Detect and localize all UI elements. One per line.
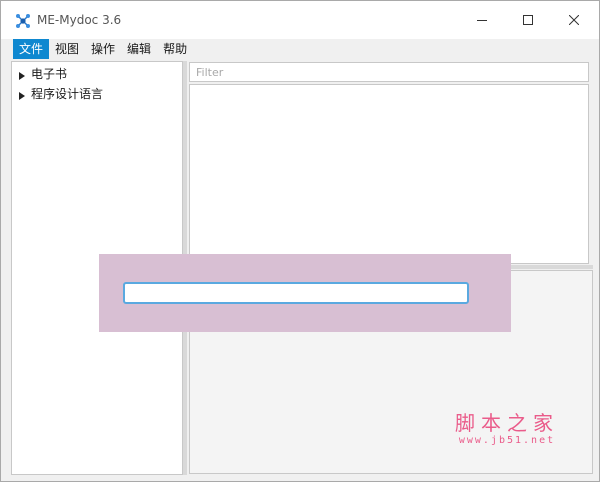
maximize-button[interactable] [505,6,551,34]
window-title: ME-Mydoc 3.6 [37,13,122,27]
close-button[interactable] [551,6,597,34]
site-watermark: 脚本之家 www.jb51.net [449,411,565,447]
filter-input[interactable] [189,62,589,82]
title-bar[interactable]: ME-Mydoc 3.6 [1,1,599,39]
watermark-url: www.jb51.net [458,435,556,446]
molecule-app-icon [15,13,31,29]
menu-bar: 文件 视图 操作 编辑 帮助 [13,39,599,59]
menu-help[interactable]: 帮助 [157,39,193,59]
menu-file[interactable]: 文件 [13,39,50,59]
menu-operate[interactable]: 操作 [85,39,121,59]
menu-edit[interactable]: 编辑 [121,39,157,59]
app-window: ME-Mydoc 3.6 文件 视图 操作 编辑 帮助 电子书 程序设计语言 F… [0,0,600,482]
dialog-text-input[interactable] [123,282,469,304]
menu-view[interactable]: 视图 [49,39,85,59]
expand-arrow-icon[interactable] [19,89,25,100]
document-list[interactable] [189,84,589,264]
minimize-button[interactable] [459,6,505,34]
input-dialog [99,254,511,332]
tree-item-ebooks[interactable]: 电子书 [12,63,67,83]
close-icon [569,15,579,25]
minimize-icon [477,15,487,25]
tree-item-programming-languages[interactable]: 程序设计语言 [12,83,103,103]
tree-item-label: 电子书 [31,66,68,81]
watermark-title: 脚本之家 [455,411,559,435]
expand-arrow-icon[interactable] [19,69,25,80]
tree-item-label: 程序设计语言 [31,86,104,101]
maximize-icon [523,15,533,25]
